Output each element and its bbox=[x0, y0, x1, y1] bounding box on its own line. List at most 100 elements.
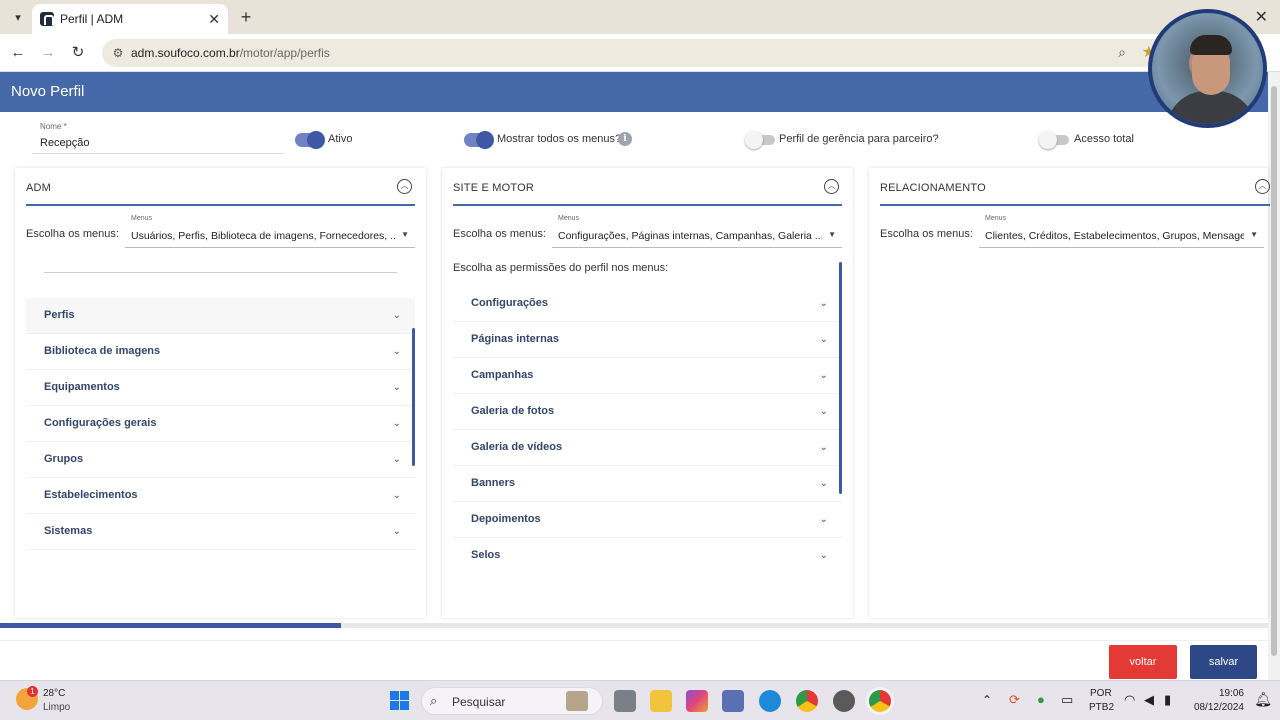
chevron-down-icon: ⌄ bbox=[819, 478, 828, 489]
tab-search-icon[interactable]: ▾ bbox=[8, 7, 28, 27]
back-button[interactable]: voltar bbox=[1109, 645, 1177, 679]
collapse-icon[interactable]: ︿ bbox=[1255, 179, 1270, 194]
file-explorer-icon[interactable] bbox=[650, 690, 672, 712]
site-motor-menu-list: Configurações ⌄ Páginas internas ⌄ Campanh… bbox=[453, 286, 842, 562]
volume-icon[interactable]: ◀ bbox=[1144, 692, 1154, 708]
accordion-item[interactable]: Páginas internas ⌄ bbox=[453, 322, 842, 358]
new-tab-icon[interactable]: + bbox=[236, 7, 256, 27]
forward-arrow-icon[interactable]: → bbox=[38, 43, 58, 63]
collapsed-list-head bbox=[26, 260, 415, 288]
chrome-profile-icon[interactable] bbox=[833, 690, 855, 712]
address-bar[interactable]: ⚙ adm.soufoco.com.br/motor/app/perfis ⌕ … bbox=[102, 39, 1182, 67]
window-close-icon[interactable]: ✕ bbox=[1255, 7, 1268, 27]
adm-list-scrollbar[interactable] bbox=[412, 328, 415, 466]
accordion-item[interactable]: Configurações ⌄ bbox=[453, 286, 842, 322]
notifications-bell-icon[interactable]: 🔔︎ bbox=[1254, 691, 1272, 708]
task-view-icon[interactable] bbox=[614, 690, 636, 712]
wifi-icon[interactable]: ◠ bbox=[1124, 692, 1135, 708]
panel-title: SITE E MOTOR bbox=[453, 182, 535, 194]
language-bottom[interactable]: PTB2 bbox=[1089, 702, 1114, 713]
battery-icon[interactable]: ▮ bbox=[1164, 692, 1171, 708]
caret-down-icon: ▼ bbox=[1250, 230, 1258, 239]
menus-row: Escolha os menus: Menus Clientes, Crédit… bbox=[880, 215, 1264, 250]
taskbar-search[interactable]: ⌕ Pesquisar bbox=[421, 687, 603, 715]
site-motor-list-scrollbar[interactable] bbox=[839, 262, 842, 494]
tray-chevron-icon[interactable]: ⌃ bbox=[982, 693, 992, 707]
site-settings-icon[interactable]: ⚙ bbox=[110, 45, 126, 61]
chevron-down-icon: ⌄ bbox=[819, 298, 828, 309]
active-toggle[interactable] bbox=[295, 131, 325, 149]
full-access-toggle[interactable] bbox=[1039, 131, 1069, 149]
accordion-item[interactable]: Biblioteca de imagens ⌄ bbox=[26, 334, 415, 370]
windows-start-icon[interactable] bbox=[390, 691, 409, 710]
info-icon[interactable]: i bbox=[618, 132, 632, 146]
show-all-menus-toggle[interactable] bbox=[464, 131, 494, 149]
panel-adm-header: ADM ︿ bbox=[26, 168, 415, 206]
accordion-item[interactable]: Galeria de fotos ⌄ bbox=[453, 394, 842, 430]
tab-close-icon[interactable]: ✕ bbox=[208, 11, 220, 28]
weather-temperature[interactable]: 28°C bbox=[43, 688, 65, 699]
accordion-item[interactable]: Galeria de vídeos ⌄ bbox=[453, 430, 842, 466]
system-clock[interactable]: 19:06 08/12/2024 bbox=[1194, 687, 1244, 715]
language-top[interactable]: POR bbox=[1090, 688, 1112, 699]
accordion-item[interactable]: Campanhas ⌄ bbox=[453, 358, 842, 394]
accordion-item[interactable]: Sistemas ⌄ bbox=[26, 514, 415, 550]
copilot-icon[interactable] bbox=[686, 690, 708, 712]
site-favicon-icon bbox=[40, 12, 54, 26]
save-button[interactable]: salvar bbox=[1190, 645, 1257, 679]
collapse-icon[interactable]: ︿ bbox=[397, 179, 412, 194]
accordion-item[interactable]: Estabelecimentos ⌄ bbox=[26, 478, 415, 514]
accordion-item[interactable]: Banners ⌄ bbox=[453, 466, 842, 502]
browser-toolbar: ← → ↻ ⚙ adm.soufoco.com.br/motor/app/per… bbox=[0, 34, 1280, 72]
zoom-icon[interactable]: ⌕ bbox=[1118, 44, 1126, 61]
panel-relacionamento-header: RELACIONAMENTO ︿ bbox=[880, 168, 1270, 206]
horizontal-scrollbar-thumb[interactable] bbox=[0, 623, 341, 628]
name-field[interactable]: Nome * Recepção bbox=[32, 122, 284, 154]
menus-select[interactable]: Menus Clientes, Créditos, Estabeleciment… bbox=[979, 215, 1264, 248]
menus-select[interactable]: Menus Configurações, Páginas internas, C… bbox=[552, 215, 842, 248]
name-field-value[interactable]: Recepção bbox=[40, 137, 90, 149]
code-editor-icon[interactable] bbox=[722, 690, 744, 712]
accordion-item[interactable]: Configurações gerais ⌄ bbox=[26, 406, 415, 442]
accordion-item[interactable]: Depoimentos ⌄ bbox=[453, 502, 842, 538]
permissions-hint: Escolha as permissões do perfil nos menu… bbox=[453, 262, 669, 274]
collapse-icon[interactable]: ︿ bbox=[824, 179, 839, 194]
menus-select[interactable]: Menus Usuários, Perfis, Biblioteca de im… bbox=[125, 215, 415, 248]
back-arrow-icon[interactable]: ← bbox=[8, 43, 28, 63]
display-icon[interactable]: ▭ bbox=[1061, 692, 1073, 708]
page-scrollbar[interactable] bbox=[1268, 72, 1280, 680]
chrome-active-icon[interactable] bbox=[869, 690, 891, 712]
accordion-item[interactable]: Equipamentos ⌄ bbox=[26, 370, 415, 406]
microphone-icon[interactable]: ● bbox=[1037, 692, 1045, 707]
horizontal-scrollbar[interactable] bbox=[0, 623, 1268, 628]
accordion-item[interactable]: Perfis ⌄ bbox=[26, 298, 415, 334]
menus-select-value: Configurações, Páginas internas, Campanh… bbox=[558, 230, 822, 242]
chrome-icon[interactable] bbox=[796, 690, 818, 712]
partner-manager-toggle[interactable] bbox=[745, 131, 775, 149]
browser-tab[interactable]: Perfil | ADM ✕ bbox=[32, 4, 228, 34]
partner-manager-label: Perfil de gerência para parceiro? bbox=[779, 133, 939, 145]
chevron-down-icon: ⌄ bbox=[819, 442, 828, 453]
menus-select-value: Usuários, Perfis, Biblioteca de imagens,… bbox=[131, 230, 395, 242]
menus-label: Escolha os menus: bbox=[453, 228, 546, 240]
notification-badge: 1 bbox=[27, 686, 38, 697]
active-toggle-label: Ativo bbox=[328, 133, 353, 145]
chevron-down-icon: ⌄ bbox=[819, 550, 828, 561]
chevron-down-icon: ⌄ bbox=[392, 382, 401, 393]
windows-taskbar: 1 28°C Limpo ⌕ Pesquisar ⌃ ⟳ ● ▭ POR PTB… bbox=[0, 680, 1280, 720]
url-text[interactable]: adm.soufoco.com.br/motor/app/perfis bbox=[131, 46, 330, 60]
sync-icon[interactable]: ⟳ bbox=[1009, 692, 1020, 708]
page-title: Novo Perfil bbox=[11, 83, 85, 100]
accordion-item[interactable]: Selos ⌄ bbox=[453, 538, 842, 562]
edge-browser-icon[interactable] bbox=[759, 690, 781, 712]
adm-menu-list: Perfis ⌄ Biblioteca de imagens ⌄ Equipamen… bbox=[26, 298, 415, 560]
page-scrollbar-thumb[interactable] bbox=[1271, 86, 1277, 656]
panel-relacionamento: RELACIONAMENTO ︿ Escolha os menus: Menus… bbox=[869, 168, 1270, 618]
weather-condition[interactable]: Limpo bbox=[43, 702, 70, 713]
app-header: Novo Perfil bbox=[0, 72, 1268, 112]
chevron-down-icon: ⌄ bbox=[819, 406, 828, 417]
accordion-item[interactable]: Grupos ⌄ bbox=[26, 442, 415, 478]
reload-icon[interactable]: ↻ bbox=[68, 43, 88, 63]
search-placeholder: Pesquisar bbox=[452, 695, 506, 709]
full-access-label: Acesso total bbox=[1074, 133, 1134, 145]
